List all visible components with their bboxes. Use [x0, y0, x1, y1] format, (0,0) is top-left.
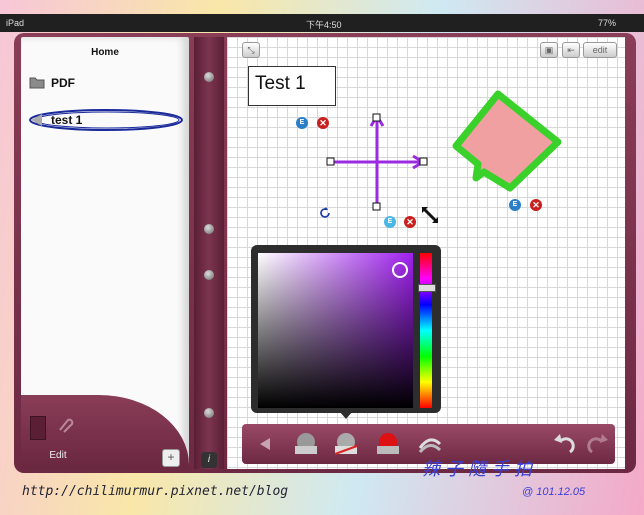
folder-icon — [29, 75, 45, 89]
redo-icon[interactable] — [584, 430, 612, 458]
arrow-shape-object[interactable] — [325, 110, 435, 220]
bubble-edit-badge[interactable]: E — [509, 199, 521, 211]
sidebar-item-pdf[interactable]: PDF — [51, 76, 75, 90]
image-button[interactable]: ▣ — [540, 42, 558, 58]
shape-red-fill-icon[interactable] — [374, 430, 402, 458]
text-box-object[interactable]: Test 1 — [248, 66, 336, 106]
rivet-icon — [204, 72, 214, 82]
text-edit-badge[interactable]: E — [296, 117, 308, 129]
book-icon — [30, 416, 46, 440]
resize-handle-icon[interactable] — [420, 205, 440, 225]
image-icon: ▣ — [544, 45, 554, 55]
undo-icon[interactable] — [550, 430, 578, 458]
back-arrow-icon[interactable] — [252, 430, 280, 458]
paperclip-icon — [56, 416, 74, 434]
add-notebook-button[interactable]: + — [162, 449, 180, 467]
notebook-icon — [31, 113, 43, 127]
color-handle[interactable] — [392, 262, 408, 278]
rivet-icon — [204, 408, 214, 418]
rivet-icon — [204, 270, 214, 280]
shape-delete-badge[interactable]: ✕ — [404, 216, 416, 228]
canvas-settings-button[interactable]: ⤡ — [242, 42, 260, 58]
line-style-icon[interactable] — [416, 430, 444, 458]
footer-url: http://chilimurmur.pixnet.net/blog — [22, 484, 289, 499]
battery-label: 77% — [598, 18, 617, 28]
saturation-brightness-field[interactable] — [258, 253, 413, 408]
footer-date: @ 101.12.05 — [522, 486, 586, 498]
hue-slider-thumb[interactable] — [418, 284, 436, 292]
clock: 下午4:50 — [306, 20, 342, 30]
popover-arrow — [340, 412, 352, 419]
shape-edit-badge[interactable]: E — [384, 216, 396, 228]
device-label: iPad — [6, 18, 25, 28]
sidebar-edit-button[interactable]: Edit — [28, 450, 88, 461]
hue-slider[interactable] — [420, 253, 432, 408]
export-button[interactable]: ⇤ — [562, 42, 580, 58]
shrink-icon: ⤡ — [247, 45, 255, 55]
shape-gray-icon[interactable] — [292, 430, 320, 458]
status-bar: iPad 下午4:50 77% — [0, 14, 644, 32]
info-button[interactable]: i — [201, 452, 217, 468]
sidebar-item-test1[interactable]: test 1 — [51, 113, 82, 127]
footer-signature: 辣子隨手拍 — [422, 459, 537, 479]
bubble-delete-badge[interactable]: ✕ — [530, 199, 542, 211]
edit-mode-button[interactable]: edit — [583, 42, 617, 58]
rotate-icon[interactable] — [318, 206, 332, 220]
rivet-icon — [204, 224, 214, 234]
book-spine — [194, 37, 224, 469]
speech-bubble-shape-object[interactable] — [450, 88, 565, 198]
shape-red-outline-icon[interactable] — [332, 430, 360, 458]
sidebar-title: Home — [91, 47, 119, 58]
